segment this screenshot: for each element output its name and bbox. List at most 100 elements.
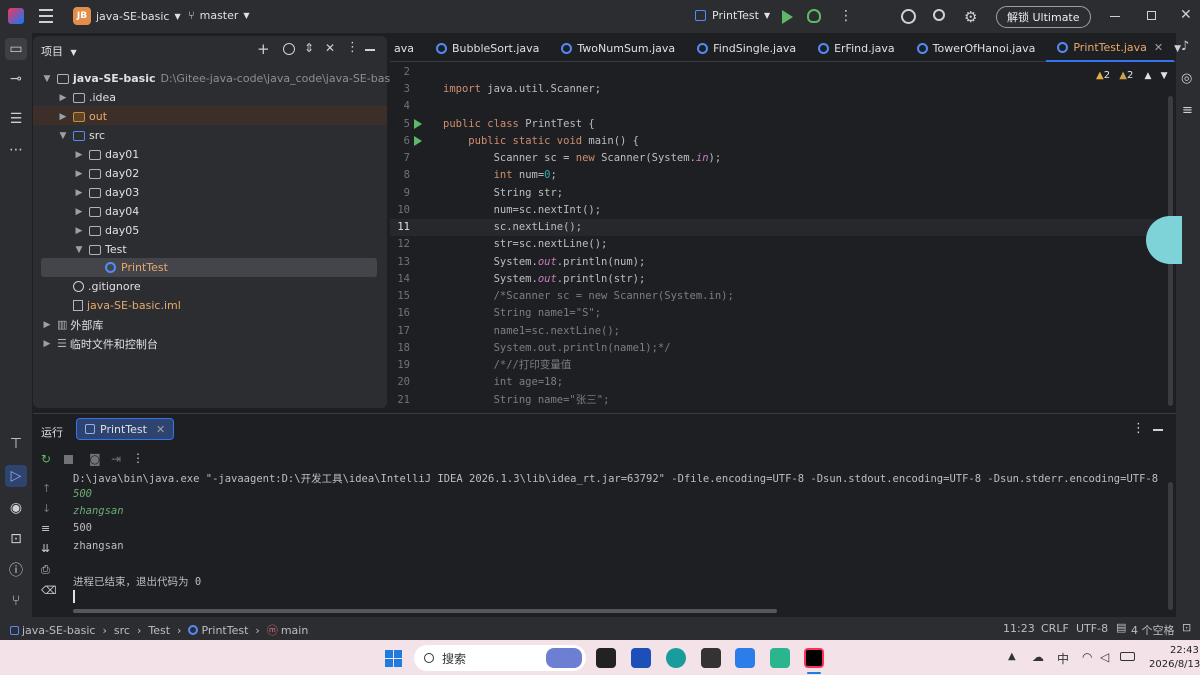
breadcrumb-item[interactable]: PrintTest — [201, 624, 248, 637]
tab-twonumsum[interactable]: TwoNumSum.java — [550, 36, 686, 62]
tab-partial[interactable]: ava — [390, 36, 425, 62]
tree-item-test[interactable]: ▼ Test — [73, 240, 127, 259]
commit-icon[interactable]: ⊸ — [5, 68, 27, 90]
camera-icon[interactable]: ◙ — [89, 452, 101, 466]
run-config-selector[interactable]: PrintTest ▼ — [695, 9, 770, 22]
app-icon[interactable] — [631, 648, 651, 668]
code-line[interactable]: import java.util.Scanner; — [390, 81, 1176, 98]
tree-item-printtest[interactable]: PrintTest — [105, 258, 168, 277]
code-line[interactable]: name1=sc.nextLine(); — [390, 323, 1176, 340]
run-tool-icon[interactable]: ▷ — [5, 465, 27, 487]
scroll-up-icon[interactable]: ↑ — [42, 482, 51, 495]
more-actions-icon[interactable]: ⋮ — [839, 8, 853, 24]
main-menu-icon[interactable] — [39, 9, 53, 23]
scroll-to-end-icon[interactable]: ⇊ — [41, 542, 50, 555]
problems-icon[interactable]: ⓘ — [5, 559, 27, 581]
restore-window-icon[interactable] — [1147, 11, 1156, 20]
code-line[interactable]: System.out.println(num); — [390, 254, 1176, 271]
tree-item-day04[interactable]: ▶ day04 — [73, 202, 140, 221]
tab-erfind[interactable]: ErFind.java — [807, 36, 906, 62]
close-tab-icon[interactable]: ✕ — [156, 423, 165, 436]
close-window-icon[interactable]: ✕ — [1180, 7, 1192, 23]
more-run-actions-icon[interactable]: ⋮ — [132, 451, 144, 465]
expand-all-icon[interactable]: ⇕ — [304, 41, 314, 55]
code-line[interactable]: int num=0; — [390, 167, 1176, 184]
build-hammer-icon[interactable]: ⊤ — [5, 433, 27, 455]
tree-item-out[interactable]: ▶ out — [57, 107, 107, 126]
hide-run-panel-icon[interactable] — [1153, 429, 1163, 431]
code-line[interactable]: String str; — [390, 185, 1176, 202]
code-line[interactable]: System.out.println(str); — [390, 271, 1176, 288]
project-folder-icon[interactable]: ▭ — [5, 38, 27, 60]
tree-item-root[interactable]: ▼ java-SE-basic D:\Gitee-java-code\java_… — [41, 69, 400, 88]
breadcrumb-item[interactable]: src — [114, 624, 130, 637]
code-line[interactable]: str=sc.nextLine(); — [390, 236, 1176, 253]
intellij-logo-icon[interactable] — [8, 8, 24, 24]
console-vertical-scrollbar[interactable] — [1168, 482, 1173, 610]
tree-item-iml[interactable]: java-SE-basic.iml — [73, 296, 181, 315]
code-line[interactable]: sc.nextLine(); — [390, 219, 1176, 236]
app-arrow-icon[interactable] — [735, 648, 755, 668]
clock-time[interactable]: 22:43 — [1170, 645, 1199, 656]
project-panel-title[interactable]: 项目 ▼ — [41, 43, 77, 59]
indent-setting[interactable]: 4 个空格 — [1131, 622, 1175, 638]
stop-icon[interactable] — [64, 455, 73, 464]
edge-browser-icon[interactable] — [666, 648, 686, 668]
add-icon[interactable]: + — [257, 40, 270, 58]
ai-chat-icon[interactable]: ◎ — [1181, 71, 1192, 86]
tab-printtest[interactable]: PrintTest.java ✕ — [1046, 35, 1175, 62]
hide-panel-icon[interactable] — [365, 49, 375, 51]
code-line[interactable]: String name1="S"; — [390, 305, 1176, 322]
settings-gear-icon[interactable]: ⚙ — [964, 8, 977, 26]
code-line[interactable]: public class PrintTest { — [390, 116, 1176, 133]
exit-icon[interactable]: ⇥ — [111, 452, 121, 466]
ai-assistant-icon[interactable] — [901, 9, 916, 24]
collapse-all-icon[interactable]: ✕ — [325, 41, 335, 55]
soft-wrap-icon[interactable]: ≡ — [41, 522, 50, 535]
code-line[interactable]: int age=18; — [390, 374, 1176, 391]
code-line[interactable]: /*//打印变量值 — [390, 357, 1176, 374]
minimize-window-icon[interactable] — [1110, 16, 1120, 17]
code-line[interactable] — [390, 98, 1176, 115]
code-line[interactable]: num=sc.nextInt(); — [390, 202, 1176, 219]
run-tab-printtest[interactable]: PrintTest ✕ — [76, 418, 175, 440]
services-icon[interactable]: ◉ — [5, 497, 27, 519]
close-tab-icon[interactable]: ✕ — [1154, 41, 1163, 54]
debug-icon[interactable] — [807, 9, 821, 23]
branch-switcher[interactable]: ⑂ master ▼ — [188, 9, 250, 22]
taskbar-search-box[interactable]: 搜索 — [414, 645, 586, 671]
code-line[interactable]: public static void main() { — [390, 133, 1176, 150]
run-options-icon[interactable]: ⋮ — [1132, 421, 1145, 436]
windows-start-icon[interactable] — [385, 650, 402, 667]
tree-item-external-libs[interactable]: ▶ ▥ 外部库 — [41, 315, 104, 334]
project-switcher[interactable]: JB java-SE-basic ▼ — [73, 7, 181, 25]
app-cube-icon[interactable] — [701, 648, 721, 668]
database-icon[interactable]: ≡ — [1182, 103, 1193, 118]
line-separator[interactable]: CRLF — [1041, 622, 1069, 635]
clock-date[interactable]: 2026/8/13 — [1149, 659, 1200, 670]
tree-item-day03[interactable]: ▶ day03 — [73, 183, 140, 202]
rerun-icon[interactable]: ↻ — [41, 452, 51, 466]
tree-item-day05[interactable]: ▶ day05 — [73, 221, 140, 240]
tree-item-day01[interactable]: ▶ day01 — [73, 145, 140, 164]
breadcrumb-item[interactable]: Test — [148, 624, 170, 637]
volume-icon[interactable]: ◁ — [1100, 650, 1109, 664]
code-line[interactable]: String name="张三"; — [390, 392, 1176, 409]
breadcrumb-item[interactable]: java-SE-basic — [22, 624, 95, 637]
tree-item-gitignore[interactable]: .gitignore — [73, 277, 141, 296]
tabs-more-icon[interactable]: ⋮ — [1195, 41, 1200, 56]
unlock-ultimate-button[interactable]: 解锁 Ultimate — [996, 6, 1091, 28]
search-icon[interactable] — [933, 9, 945, 21]
tree-item-scratches[interactable]: ▶ ☰ 临时文件和控制台 — [41, 334, 158, 353]
caret-position[interactable]: 11:23 — [1003, 622, 1035, 635]
notifications-bell-icon[interactable]: ♪ — [1181, 39, 1189, 54]
code-line[interactable] — [390, 64, 1176, 81]
git-icon[interactable]: ⑂ — [5, 590, 27, 612]
run-icon[interactable] — [782, 10, 793, 24]
code-line[interactable]: Scanner sc = new Scanner(System.in); — [390, 150, 1176, 167]
terminal-icon[interactable]: ⊡ — [5, 528, 27, 550]
structure-icon[interactable]: ☰ — [5, 108, 27, 130]
tab-findsingle[interactable]: FindSingle.java — [686, 36, 807, 62]
app-fx-icon[interactable] — [770, 648, 790, 668]
ime-indicator[interactable]: 中 — [1057, 650, 1069, 667]
